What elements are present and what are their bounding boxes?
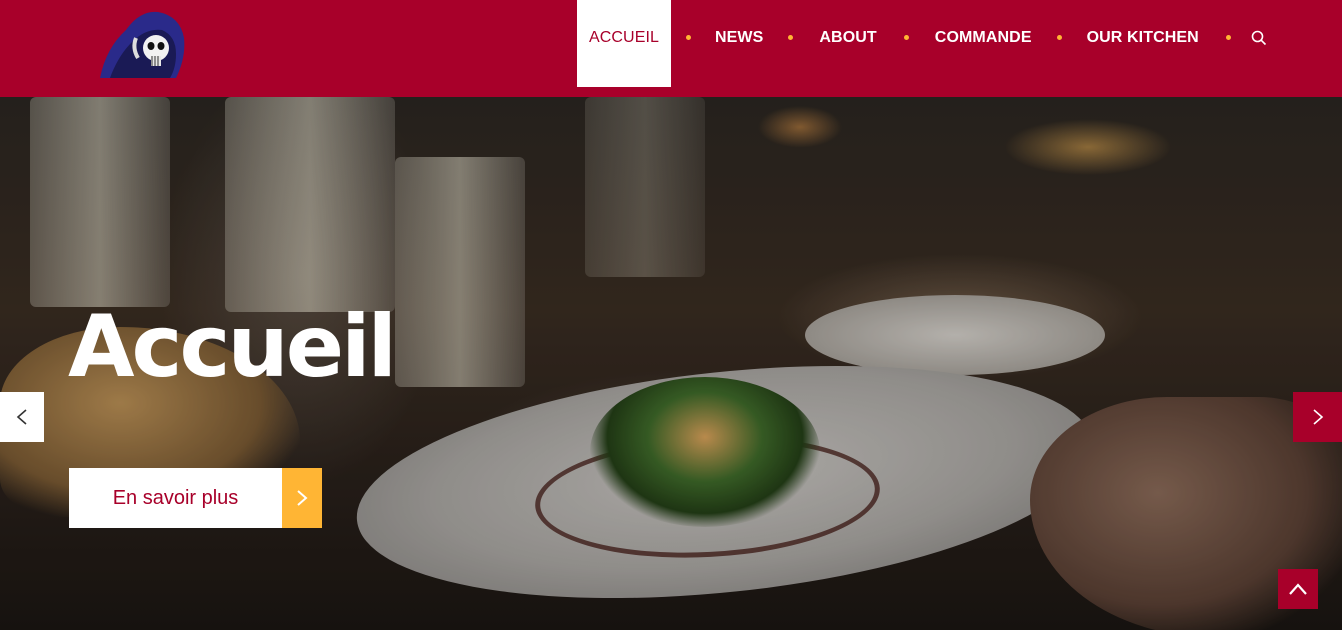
learn-more-label: En savoir plus	[69, 468, 282, 528]
hooded-skull-logo-icon	[100, 11, 185, 78]
slider-prev-button[interactable]	[0, 392, 44, 442]
nav-separator-dot	[788, 35, 794, 40]
chevron-right-icon	[1312, 409, 1323, 425]
hero-title: Accueil	[68, 297, 397, 397]
hero-slider: Accueil En savoir plus	[0, 97, 1342, 630]
nav-item-commande[interactable]: COMMANDE	[935, 0, 1032, 87]
chevron-left-icon	[16, 409, 27, 425]
nav-item-news[interactable]: NEWS	[715, 0, 763, 87]
nav-item-our-kitchen[interactable]: OUR KITCHEN	[1087, 0, 1199, 87]
site-logo[interactable]	[96, 8, 188, 80]
search-icon	[1251, 30, 1266, 45]
slider-next-button[interactable]	[1293, 392, 1342, 442]
nav-separator-dot	[1056, 35, 1062, 40]
main-nav: ACCUEIL NEWS ABOUT COMMANDE OUR KITCHEN	[577, 0, 1279, 87]
nav-item-about[interactable]: ABOUT	[819, 0, 876, 87]
nav-separator-dot	[903, 35, 909, 40]
nav-separator-dot	[1225, 35, 1231, 40]
chevron-right-icon	[282, 468, 322, 528]
search-button[interactable]	[1239, 0, 1279, 87]
chevron-up-icon	[1289, 583, 1307, 595]
back-to-top-button[interactable]	[1278, 569, 1318, 609]
nav-item-accueil[interactable]: ACCUEIL	[577, 0, 671, 87]
nav-separator-dot	[686, 35, 691, 40]
learn-more-button[interactable]: En savoir plus	[69, 468, 322, 528]
site-header: ACCUEIL NEWS ABOUT COMMANDE OUR KITCHEN	[0, 0, 1342, 97]
